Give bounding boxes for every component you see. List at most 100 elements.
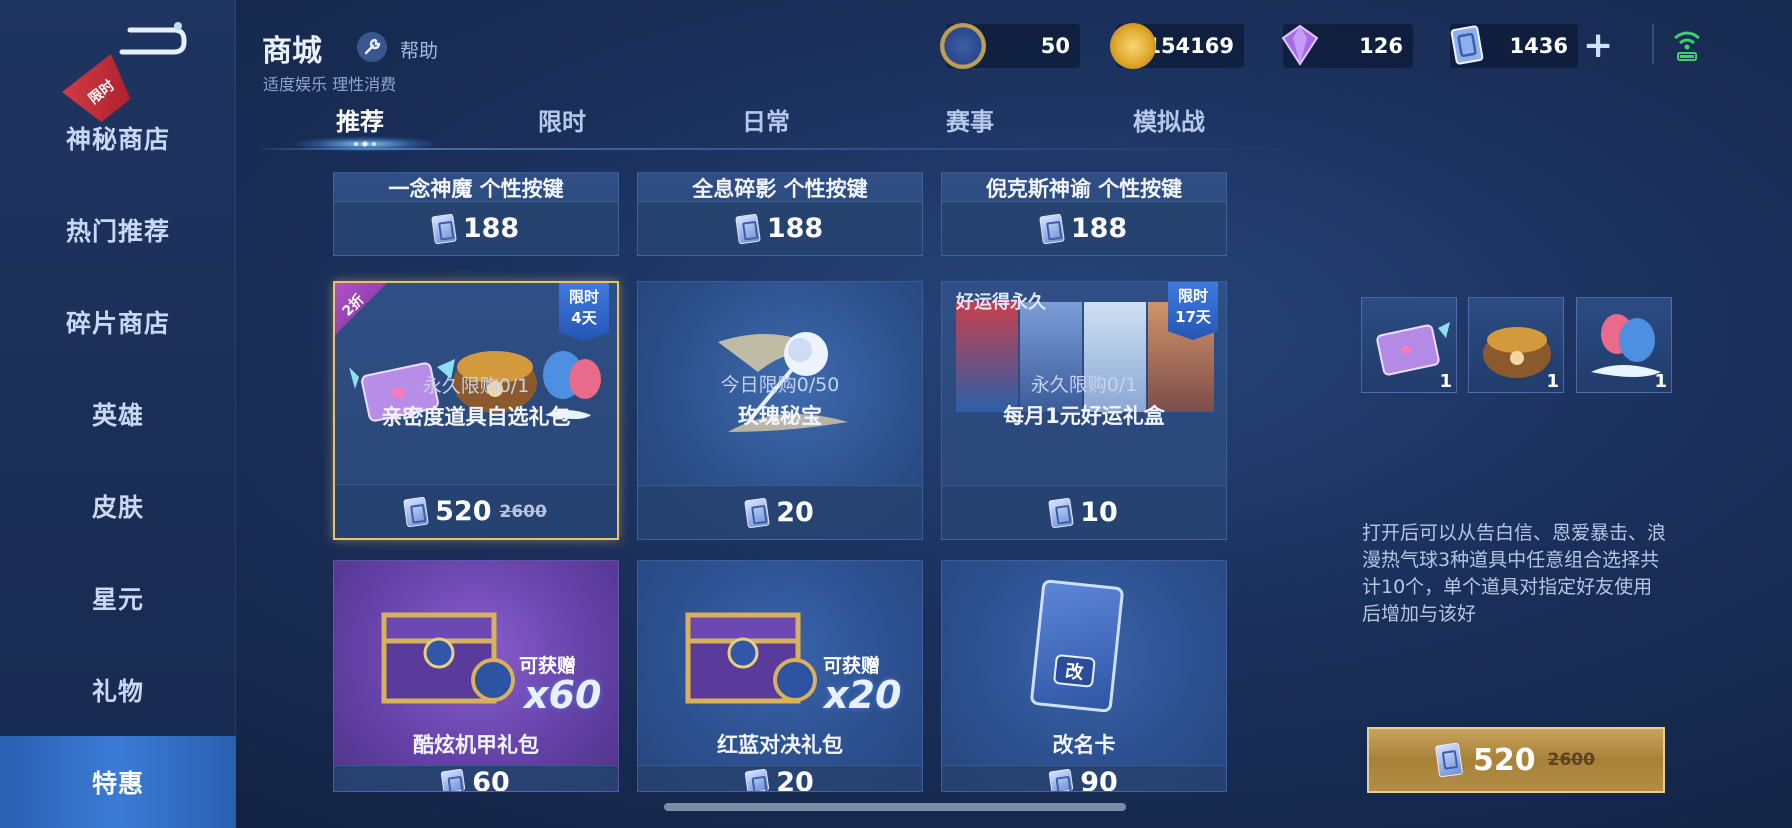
- item-slot-dog-bowl[interactable]: 1: [1468, 297, 1564, 393]
- coupon-icon: [1038, 213, 1065, 244]
- coupon-icon: [744, 768, 770, 791]
- tag-days: 17天: [1175, 308, 1211, 326]
- coupon-icon: [1450, 25, 1484, 65]
- gift-times: x60: [524, 673, 602, 717]
- add-coupon-button[interactable]: +: [1583, 28, 1613, 64]
- sidebar-item-label: 礼物: [91, 677, 144, 706]
- horizontal-scrollbar[interactable]: [664, 803, 1126, 811]
- page-subtitle: 适度娱乐 理性消费: [263, 75, 397, 94]
- page-title: 商城: [262, 34, 322, 69]
- price: 188: [766, 213, 824, 244]
- currency-ticket: 50: [940, 23, 1080, 69]
- currency-value: 154169: [1146, 34, 1234, 58]
- coupon-icon: [403, 496, 429, 527]
- price: 20: [776, 767, 814, 792]
- ticket-coin-icon: [471, 658, 515, 702]
- coupon-icon: [734, 213, 761, 244]
- product-card[interactable]: 全息碎影 个性按键 188: [637, 172, 923, 256]
- wifi-icon: [1674, 31, 1700, 61]
- price: 90: [1080, 767, 1118, 792]
- diamond-icon: [1281, 24, 1319, 66]
- price: 10: [1080, 497, 1118, 528]
- item-slot-love-letter[interactable]: 1: [1361, 297, 1457, 393]
- item-slot-balloon[interactable]: 1: [1576, 297, 1672, 393]
- currency-gold: 154169: [1110, 23, 1244, 69]
- tab-limited[interactable]: 限时: [538, 102, 586, 137]
- price: 60: [472, 767, 510, 792]
- item-count: 1: [1439, 371, 1452, 392]
- sidebar-item-label: 英雄: [91, 401, 144, 430]
- tab-indicator-dots: [354, 141, 376, 147]
- currency-value: 50: [1040, 34, 1070, 58]
- tab-recommend[interactable]: 推荐: [336, 102, 384, 137]
- purchase-limit: 永久限购0/1: [422, 375, 530, 397]
- tag-line: 限时: [1177, 287, 1208, 305]
- sidebar-item-heroes[interactable]: 英雄: [0, 368, 236, 460]
- sidebar-item-hot[interactable]: 热门推荐: [0, 184, 236, 276]
- price: 20: [776, 497, 814, 528]
- price-bar: 20: [638, 765, 922, 791]
- rename-card-illustration: 改: [1029, 579, 1125, 713]
- product-card[interactable]: 好运得永久 永久限购0/1 每月1元好运礼盒 10 限时 17天: [941, 281, 1227, 540]
- product-card[interactable]: 倪克斯神谕 个性按键 188: [941, 172, 1227, 256]
- coupon-icon: [1048, 497, 1075, 528]
- product-card-selected[interactable]: 永久限购0/1 亲密度道具自选礼包 520 2600 2折 限时 4天: [333, 281, 619, 540]
- card-name: 倪克斯神谕 个性按键: [985, 177, 1183, 201]
- tab-simulation[interactable]: 模拟战: [1133, 102, 1205, 137]
- purchase-limit: 永久限购0/1: [1030, 374, 1138, 396]
- tag-days: 4天: [571, 309, 597, 327]
- coupon-icon: [744, 497, 771, 528]
- product-card[interactable]: 可获赠 x20 红蓝对决礼包 20: [637, 560, 923, 792]
- item-count: 1: [1654, 371, 1667, 392]
- help-link[interactable]: 帮助: [400, 36, 438, 63]
- card-name: 亲密度道具自选礼包: [381, 405, 571, 429]
- ticket-coin-icon: [773, 658, 817, 702]
- price-bar: 10: [942, 485, 1226, 539]
- price-bar: 188: [638, 201, 922, 255]
- sidebar-item-fragments[interactable]: 碎片商店: [0, 276, 236, 368]
- sidebar-item-gifts[interactable]: 礼物: [0, 644, 236, 736]
- purchase-limit: 今日限购0/50: [720, 374, 840, 396]
- coupon-icon: [1434, 742, 1464, 778]
- price-bar: 520 2600: [335, 484, 617, 538]
- price: 188: [1070, 213, 1128, 244]
- card-name: 一念神魔 个性按键: [388, 177, 564, 201]
- sidebar-item-label: 皮肤: [91, 493, 144, 522]
- price: 188: [462, 213, 520, 244]
- sidebar-item-label: 碎片商店: [65, 309, 170, 338]
- sidebar: 神秘商店 限时 热门推荐 碎片商店 英雄 皮肤 星元 礼物 特惠: [0, 0, 236, 828]
- back-arrow-icon[interactable]: [112, 20, 192, 66]
- price-bar: 188: [942, 201, 1226, 255]
- card-name: 改名卡: [1052, 733, 1116, 757]
- product-card[interactable]: 改 改名卡 90: [941, 560, 1227, 792]
- coupon-icon: [430, 213, 457, 244]
- buy-button[interactable]: 520 2600: [1367, 727, 1665, 793]
- card-name: 红蓝对决礼包: [717, 733, 843, 757]
- product-card[interactable]: 可获赠 x60 酷炫机甲礼包 60: [333, 560, 619, 792]
- currency-coupon: 1436: [1450, 24, 1578, 68]
- coupon-icon: [1048, 768, 1074, 791]
- card-name: 全息碎影 个性按键: [692, 177, 868, 201]
- product-card[interactable]: 一念神魔 个性按键 188: [333, 172, 619, 256]
- coupon-icon: [440, 768, 466, 791]
- promo-overlay-text: 好运得永久: [956, 292, 1046, 313]
- rename-glyph: 改: [1052, 653, 1096, 688]
- price-bar: 188: [334, 201, 618, 255]
- tab-daily[interactable]: 日常: [742, 102, 790, 137]
- header-divider: [1652, 24, 1654, 64]
- product-card[interactable]: 今日限购0/50 玫瑰秘宝 20: [637, 281, 923, 540]
- wrench-icon[interactable]: [357, 32, 387, 62]
- tab-events[interactable]: 赛事: [946, 102, 994, 137]
- sidebar-item-label: 神秘商店: [65, 125, 170, 154]
- sidebar-item-skins[interactable]: 皮肤: [0, 460, 236, 552]
- buy-original-price: 2600: [1547, 750, 1595, 770]
- price-bar: 20: [638, 485, 922, 539]
- gift-times: x20: [824, 673, 902, 717]
- item-count: 1: [1546, 371, 1559, 392]
- limited-time-tag: 限时 17天: [1168, 282, 1218, 340]
- currency-value: 1436: [1509, 34, 1568, 58]
- sidebar-item-deals[interactable]: 特惠: [0, 736, 236, 828]
- currency-value: 126: [1359, 34, 1403, 58]
- sidebar-item-star[interactable]: 星元: [0, 552, 236, 644]
- ticket-coin-icon: [940, 23, 986, 69]
